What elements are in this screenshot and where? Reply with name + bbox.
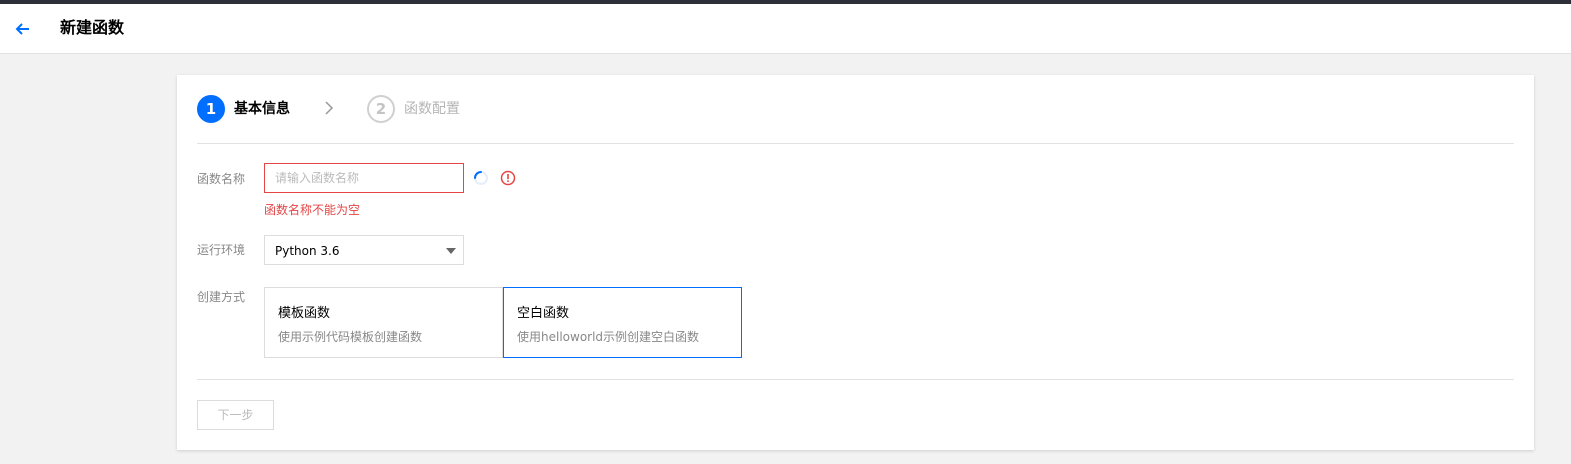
step-2-number: 2 xyxy=(367,95,395,123)
step-2-label: 函数配置 xyxy=(404,101,460,117)
option-title: 模板函数 xyxy=(278,306,331,321)
form-card: 1 基本信息 2 函数配置 函数名称 函数名称不能为空 运行环境 Python … xyxy=(177,75,1534,450)
arrow-left-icon[interactable] xyxy=(12,18,34,40)
runtime-value: Python 3.6 xyxy=(275,244,340,258)
option-description: 使用示例代码模板创建函数 xyxy=(278,330,423,344)
page-title: 新建函数 xyxy=(60,18,125,37)
function-name-input[interactable] xyxy=(264,163,464,193)
template-function-option[interactable]: 模板函数 使用示例代码模板创建函数 xyxy=(264,287,503,358)
function-name-error: 函数名称不能为空 xyxy=(264,203,361,217)
create-method-label: 创建方式 xyxy=(197,290,246,304)
divider xyxy=(197,143,1514,144)
function-name-label: 函数名称 xyxy=(197,172,246,186)
runtime-label: 运行环境 xyxy=(197,243,246,257)
chevron-right-icon xyxy=(325,101,334,115)
runtime-select[interactable]: Python 3.6 xyxy=(264,235,464,265)
next-step-button[interactable]: 下一步 xyxy=(197,400,274,430)
option-title: 空白函数 xyxy=(517,306,570,321)
option-description: 使用helloworld示例创建空白函数 xyxy=(517,330,700,344)
page-header: 新建函数 xyxy=(0,4,1571,54)
loading-spinner-icon xyxy=(474,171,488,185)
divider xyxy=(197,379,1514,380)
error-icon xyxy=(500,170,516,186)
step-1-number: 1 xyxy=(197,95,225,123)
back-button[interactable] xyxy=(12,18,34,40)
blank-function-option[interactable]: 空白函数 使用helloworld示例创建空白函数 xyxy=(503,287,742,358)
caret-down-icon xyxy=(446,248,456,254)
step-1-label: 基本信息 xyxy=(234,101,290,117)
